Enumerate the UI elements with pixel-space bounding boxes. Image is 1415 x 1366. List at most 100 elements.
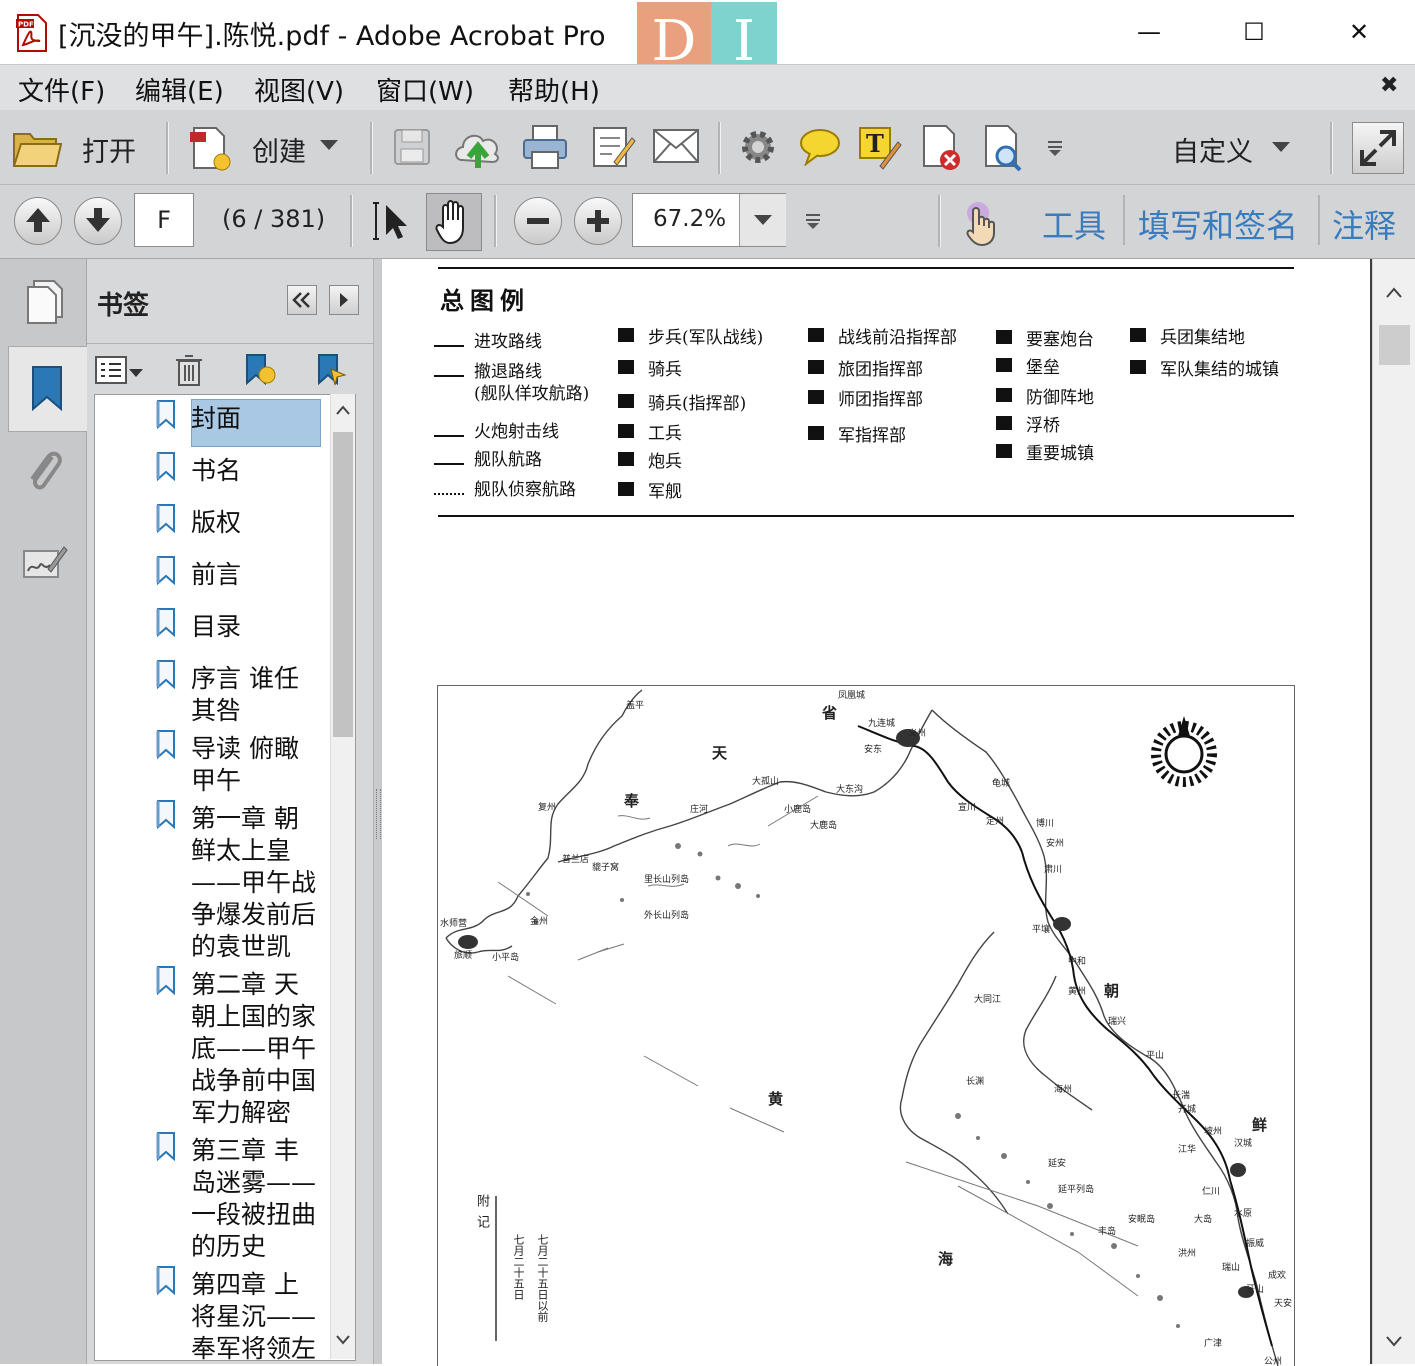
- close-button[interactable]: ✕: [1336, 12, 1382, 52]
- legend-symbol: [996, 358, 1012, 372]
- hand-tool-button[interactable]: [426, 193, 482, 251]
- legend-symbol: [808, 328, 824, 342]
- zoom-select[interactable]: 67.2%: [632, 193, 786, 247]
- edit-document-icon[interactable]: [590, 124, 636, 170]
- legend-symbol: [618, 424, 634, 438]
- print-icon[interactable]: [522, 124, 568, 170]
- legend-label: 军指挥部: [838, 426, 906, 446]
- maximize-button[interactable]: ☐: [1231, 12, 1277, 52]
- email-icon[interactable]: [652, 126, 700, 166]
- arrow-up-icon: [26, 208, 50, 232]
- attachment-icon[interactable]: [22, 445, 66, 497]
- map-region-label: 鲜: [1252, 1116, 1268, 1134]
- bookmark-item[interactable]: 第一章 朝鲜太上皇——甲午战争爆发前后的袁世凯: [191, 803, 321, 963]
- bookmark-tools: [87, 347, 373, 393]
- open-button[interactable]: 打开: [12, 124, 160, 172]
- bookmark-item[interactable]: 第三章 丰岛迷雾——一段被扭曲的历史: [191, 1135, 321, 1263]
- map-place-label: 汉城: [1234, 1139, 1253, 1149]
- map-place-label: 洪州: [1178, 1249, 1197, 1259]
- legend-label: 军舰: [648, 482, 682, 502]
- map-labels: 省天奉朝黄鲜海 凤凰城 九连城 义州 安东 大孤山 大东沟 庄河 小鹿岛 大鹿岛 盖平 复州 普兰店 貔子…: [438, 686, 1294, 1366]
- map-place-label: 宣川: [958, 803, 977, 813]
- bookmarks-panel: 书签 封面 书名 版权 前言 目录 序言 谁任其咎 导读 俯瞰甲午 第一章 朝鲜太上皇——甲午…: [87, 259, 373, 1364]
- map-place-label: 水原: [1234, 1209, 1253, 1219]
- touch-mode-icon[interactable]: [958, 199, 1002, 247]
- scroll-down-icon[interactable]: [335, 1334, 351, 1346]
- bookmark-item[interactable]: 前言: [191, 559, 321, 591]
- bookmark-item[interactable]: 序言 谁任其咎: [191, 663, 321, 727]
- map-place-label: 凤凰城: [838, 691, 866, 701]
- zoom-out-button[interactable]: [514, 197, 562, 245]
- document-view[interactable]: 总图例 进攻路线 撤退路线 (舰队佯攻航路) 火炮射击线 舰队航路 舰队侦察航路 步兵(军队…: [382, 259, 1372, 1366]
- previous-page-button[interactable]: [14, 197, 62, 245]
- menu-help[interactable]: 帮助(H): [508, 71, 600, 108]
- close-document-icon[interactable]: ✖: [1380, 73, 1398, 98]
- bookmark-scrollbar-thumb[interactable]: [333, 432, 353, 737]
- toolbar-overflow-icon[interactable]: [802, 209, 824, 231]
- legend-label: 进攻路线: [474, 332, 542, 352]
- chevron-down-icon: [754, 215, 772, 225]
- bookmark-item[interactable]: 导读 俯瞰甲午: [191, 733, 321, 797]
- delete-page-icon[interactable]: [920, 124, 964, 172]
- menu-window[interactable]: 窗口(W): [376, 71, 474, 108]
- map-place-label: 广津: [1204, 1339, 1223, 1349]
- bookmarks-tab[interactable]: [8, 346, 87, 432]
- map-frame: 省天奉朝黄鲜海 凤凰城 九连城 义州 安东 大孤山 大东沟 庄河 小鹿岛 大鹿岛 盖平 复州 普兰店 貔子…: [437, 685, 1295, 1366]
- comment-icon[interactable]: [798, 126, 842, 166]
- document-scrollbar-thumb[interactable]: [1379, 325, 1410, 365]
- gear-icon[interactable]: [738, 127, 778, 167]
- tab-comment[interactable]: 注释: [1332, 201, 1396, 247]
- tab-fill-sign[interactable]: 填写和签名: [1138, 201, 1298, 247]
- toolbar-separator: [494, 195, 497, 247]
- map-place-label: 盖平: [626, 701, 645, 711]
- scroll-down-icon[interactable]: [1385, 1335, 1403, 1349]
- minus-icon: [527, 218, 549, 224]
- bookmark-item[interactable]: 第四章 上将星沉——奉军将领左: [191, 1269, 321, 1360]
- menu-file[interactable]: 文件(F): [18, 71, 105, 108]
- collapse-panel-button[interactable]: [287, 285, 317, 315]
- scroll-up-icon[interactable]: [1385, 285, 1403, 299]
- legend-label: 防御阵地: [1026, 388, 1094, 408]
- search-document-icon[interactable]: [982, 124, 1026, 172]
- document-scrollbar[interactable]: [1372, 259, 1415, 1364]
- bookmark-from-selection-icon[interactable]: [315, 353, 349, 387]
- panel-options-button[interactable]: [329, 285, 359, 315]
- select-cursor-icon[interactable]: [372, 199, 412, 243]
- menu-edit[interactable]: 编辑(E): [135, 71, 224, 108]
- save-icon[interactable]: [392, 127, 432, 167]
- bookmark-item[interactable]: 目录: [191, 611, 321, 643]
- map-place-label: 瑞山: [1222, 1263, 1241, 1273]
- open-label: 打开: [82, 137, 136, 168]
- new-bookmark-icon[interactable]: [243, 353, 277, 387]
- map-place-label: 长湍: [1172, 1091, 1191, 1101]
- menu-view[interactable]: 视图(V): [254, 71, 344, 108]
- bookmark-item[interactable]: 封面: [191, 403, 321, 435]
- bookmark-options-icon[interactable]: [95, 355, 145, 387]
- customize-dropdown[interactable]: 自定义: [1172, 130, 1302, 168]
- map-place-label: 牙山: [1246, 1285, 1265, 1295]
- toolbar-overflow-icon[interactable]: [1044, 136, 1066, 158]
- bookmark-scrollbar[interactable]: [330, 394, 355, 1359]
- signature-icon[interactable]: [22, 539, 68, 585]
- cloud-upload-icon[interactable]: [452, 124, 504, 170]
- fullscreen-button[interactable]: [1352, 122, 1404, 174]
- bookmark-item[interactable]: 第二章 天朝上国的家底——甲午战争前中国军力解密: [191, 969, 321, 1129]
- next-page-button[interactable]: [74, 197, 122, 245]
- page-number-input[interactable]: F: [134, 193, 194, 247]
- text-tool-icon[interactable]: T: [858, 124, 902, 170]
- page-thumbnails-icon[interactable]: [24, 279, 66, 325]
- legend-symbol: [1130, 360, 1146, 374]
- map-place-label: 公州: [1264, 1357, 1283, 1366]
- map-place-label: 定州: [986, 817, 1005, 827]
- bookmark-item[interactable]: 书名: [191, 455, 321, 487]
- minimize-button[interactable]: —: [1126, 12, 1172, 52]
- bookmark-item[interactable]: 版权: [191, 507, 321, 539]
- bookmark-item-icon: [156, 504, 175, 534]
- zoom-dropdown-button[interactable]: [739, 194, 786, 246]
- trash-icon[interactable]: [175, 353, 203, 387]
- zoom-in-button[interactable]: [574, 197, 622, 245]
- create-button[interactable]: 创建: [186, 124, 346, 172]
- scroll-up-icon[interactable]: [335, 404, 351, 416]
- tab-tools[interactable]: 工具: [1042, 201, 1106, 247]
- map-place-label: 丰岛: [1098, 1227, 1117, 1237]
